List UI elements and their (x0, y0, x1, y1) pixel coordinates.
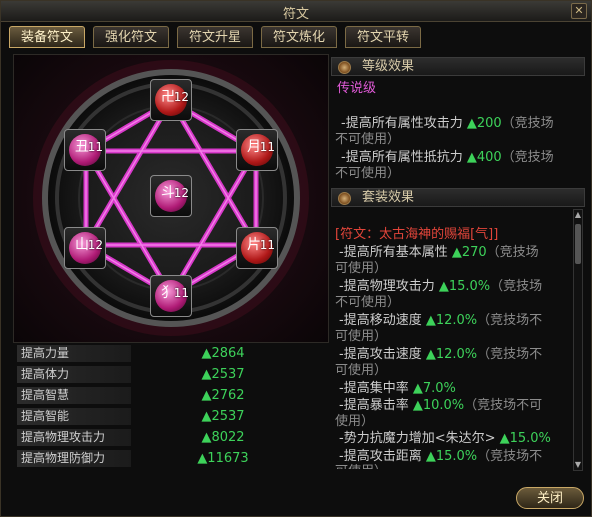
rune-count: 12 (173, 90, 189, 104)
set-effect-line: -提高集中率 ▲7.0% (339, 381, 456, 396)
effect-value: ▲200 (466, 116, 502, 131)
set-name: [符文：太古海神的赐福[气]] (335, 227, 499, 242)
stat-row: 提高物理攻击力 ▲8022 (13, 428, 327, 448)
effect-bullet-icon (338, 192, 351, 205)
stat-label: 提高物理防御力 (17, 450, 131, 467)
rune-slot-top[interactable]: 卍 12 (150, 79, 192, 121)
stat-value: ▲11673 (197, 451, 249, 466)
set-effect-header: 套装效果 (331, 188, 585, 207)
effect-note: （竞技场 (501, 150, 554, 165)
stat-value: ▲8022 (201, 430, 245, 445)
close-icon[interactable]: ✕ (571, 3, 587, 19)
rune-count: 11 (259, 140, 275, 154)
stat-row: 提高力量 ▲2864 (13, 344, 327, 364)
scroll-down-icon[interactable]: ▼ (574, 460, 582, 470)
scroll-thumb[interactable] (575, 224, 581, 264)
set-effect-line: -势力抗魔力增加<朱达尔> ▲15.0% (339, 431, 551, 446)
stat-label: 提高智能 (17, 408, 131, 425)
rune-count: 11 (87, 140, 103, 154)
effect-bullet-icon (338, 61, 351, 74)
tab-enhance-rune[interactable]: 强化符文 (93, 26, 169, 48)
tab-rune-refine[interactable]: 符文炼化 (261, 26, 337, 48)
effect-note-cont: 不可使用） (335, 132, 401, 147)
rune-slot-upper-left[interactable]: 丑 11 (64, 129, 106, 171)
stat-label: 提高体力 (17, 366, 131, 383)
stat-value: ▲2537 (201, 367, 245, 382)
stat-label: 提高力量 (17, 345, 131, 362)
level-effect-title: 等级效果 (362, 59, 415, 74)
set-effect-title: 套装效果 (362, 190, 415, 205)
tab-rune-star[interactable]: 符文升星 (177, 26, 253, 48)
effect-note-cont: 不可使用） (335, 295, 401, 310)
effect-note-cont: 使用） (335, 414, 375, 429)
level-effect-header: 等级效果 (331, 57, 585, 76)
set-effect-line: -提高暴击率 ▲10.0%（竞技场不可 (339, 398, 543, 413)
effect-note-cont: 可使用） (335, 363, 388, 378)
effect-value: ▲400 (466, 150, 502, 165)
rune-count: 12 (173, 186, 189, 200)
effect-note-cont: 不可使用） (335, 166, 401, 181)
rune-slot-bottom[interactable]: 犭 11 (150, 275, 192, 317)
tab-equip-rune[interactable]: 装备符文 (9, 26, 85, 48)
effect-text: -提高所有属性攻击力 (341, 116, 467, 131)
effects-scrollbar[interactable]: ▲ ▼ (573, 209, 583, 471)
rune-window: 符文 ✕ 装备符文 强化符文 符文升星 符文炼化 符文平转 卍 12 丑 11 … (0, 0, 592, 517)
rune-slot-lower-left[interactable]: 山 12 (64, 227, 106, 269)
set-effect-line: -提高所有基本属性 ▲270（竞技场 (339, 245, 539, 260)
effect-note: （竞技场 (501, 116, 554, 131)
rune-slot-lower-right[interactable]: 片 11 (236, 227, 278, 269)
level-effect-line-2: -提高所有属性抵抗力 ▲400（竞技场 (341, 149, 554, 166)
title-bar[interactable]: 符文 ✕ (1, 1, 591, 22)
stat-label: 提高物理攻击力 (17, 429, 131, 446)
level-tier: 传说级 (337, 81, 377, 96)
tab-rune-transfer[interactable]: 符文平转 (345, 26, 421, 48)
rune-count: 11 (259, 238, 275, 252)
window-title: 符文 (282, 7, 309, 22)
rune-slot-center[interactable]: 斗 12 (150, 175, 192, 217)
set-effect-line: -提高攻击速度 ▲12.0%（竞技场不 (339, 347, 543, 362)
rune-slot-upper-right[interactable]: 月 11 (236, 129, 278, 171)
stat-row: 提高智慧 ▲2762 (13, 386, 327, 406)
stat-value: ▲2537 (201, 409, 245, 424)
stat-row: 提高智能 ▲2537 (13, 407, 327, 427)
effect-text: -提高所有属性抵抗力 (341, 150, 467, 165)
stat-row: 提高体力 ▲2537 (13, 365, 327, 385)
stat-value: ▲2762 (201, 388, 245, 403)
set-effect-line: -提高移动速度 ▲12.0%（竞技场不 (339, 313, 543, 328)
scroll-up-icon[interactable]: ▲ (574, 210, 582, 220)
set-effect-line: -提高物理攻击力 ▲15.0%（竞技场 (339, 279, 543, 294)
level-effect-line-1: -提高所有属性攻击力 ▲200（竞技场 (341, 115, 554, 132)
stat-row: 提高物理防御力 ▲11673 (13, 449, 327, 469)
effect-note-cont: 可使用） (335, 463, 387, 469)
rune-board: 卍 12 丑 11 月 11 斗 12 山 12 片 11 犭 11 (13, 54, 329, 343)
rune-count: 11 (173, 286, 189, 300)
effect-note-cont: 可使用） (335, 261, 388, 276)
rune-count: 12 (87, 238, 103, 252)
stat-value: ▲2864 (201, 346, 245, 361)
effect-note-cont: 可使用） (335, 329, 388, 344)
close-button[interactable]: 关闭 (516, 487, 584, 509)
stat-label: 提高智慧 (17, 387, 131, 404)
